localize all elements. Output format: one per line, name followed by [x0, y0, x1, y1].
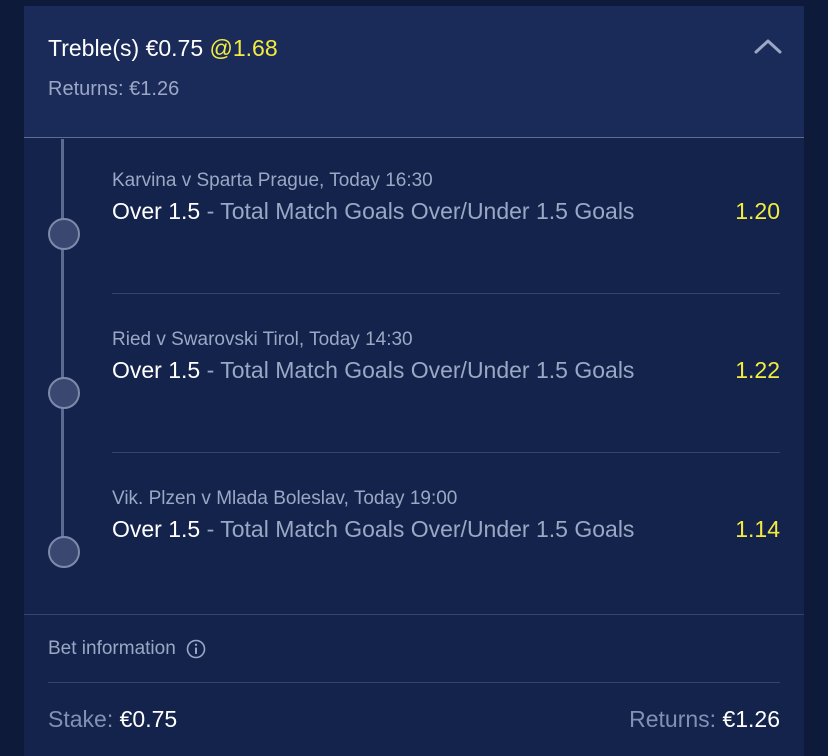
selection-pick-name: Over 1.5	[112, 198, 201, 224]
selection-separator: -	[200, 516, 221, 542]
selection-market: Total Match Goals Over/Under 1.5 Goals	[220, 516, 635, 542]
chevron-up-icon	[754, 39, 782, 54]
footer-stake: Stake: €0.75	[48, 706, 177, 733]
bet-total-odds: @1.68	[209, 35, 278, 61]
timeline-dot	[48, 377, 80, 409]
header-returns-label: Returns:	[48, 78, 124, 100]
selection-pick: Over 1.5 - Total Match Goals Over/Under …	[112, 355, 672, 385]
bet-information-label: Bet information	[48, 638, 176, 659]
selection-pick: Over 1.5 - Total Match Goals Over/Under …	[112, 196, 672, 226]
info-icon[interactable]	[186, 639, 206, 659]
divider	[112, 293, 780, 294]
header-returns-value: €1.26	[129, 78, 180, 100]
header-returns: Returns: €1.26	[48, 78, 179, 101]
divider	[48, 682, 780, 683]
selection-event: Vik. Plzen v Mlada Boleslav, Today 19:00	[112, 488, 458, 509]
selection-market: Total Match Goals Over/Under 1.5 Goals	[220, 198, 635, 224]
timeline-dot	[48, 536, 80, 568]
bet-stake-amount: €0.75	[145, 35, 204, 61]
selection-odds: 1.22	[735, 357, 780, 383]
selection-separator: -	[200, 357, 221, 383]
selection-market: Total Match Goals Over/Under 1.5 Goals	[220, 357, 635, 383]
selection-event: Ried v Swarovski Tirol, Today 14:30	[112, 329, 413, 350]
timeline-dot	[48, 218, 80, 250]
footer-returns: Returns: €1.26	[629, 706, 780, 733]
collapse-button[interactable]	[748, 30, 788, 62]
footer-returns-value: €1.26	[722, 706, 780, 732]
selection-pick: Over 1.5 - Total Match Goals Over/Under …	[112, 514, 672, 544]
selection-pick-name: Over 1.5	[112, 357, 201, 383]
selection-timeline	[61, 139, 64, 544]
divider	[112, 452, 780, 453]
bet-type: Treble(s)	[48, 35, 140, 61]
selection-odds: 1.14	[735, 516, 780, 542]
selection-pick-name: Over 1.5	[112, 516, 201, 542]
footer-stake-value: €0.75	[119, 706, 178, 732]
bet-information-link[interactable]: Bet information	[48, 638, 206, 660]
footer-stake-label: Stake:	[48, 706, 114, 732]
bet-header[interactable]: Treble(s) €0.75 @1.68 Returns: €1.26	[24, 6, 804, 138]
bet-card: Treble(s) €0.75 @1.68 Returns: €1.26 Kar…	[24, 6, 804, 756]
selection-event: Karvina v Sparta Prague, Today 16:30	[112, 170, 433, 191]
footer-returns-label: Returns:	[629, 706, 717, 732]
bet-title: Treble(s) €0.75 @1.68	[48, 35, 278, 65]
selection-odds: 1.20	[735, 198, 780, 224]
selection-separator: -	[200, 198, 221, 224]
divider	[24, 614, 804, 615]
